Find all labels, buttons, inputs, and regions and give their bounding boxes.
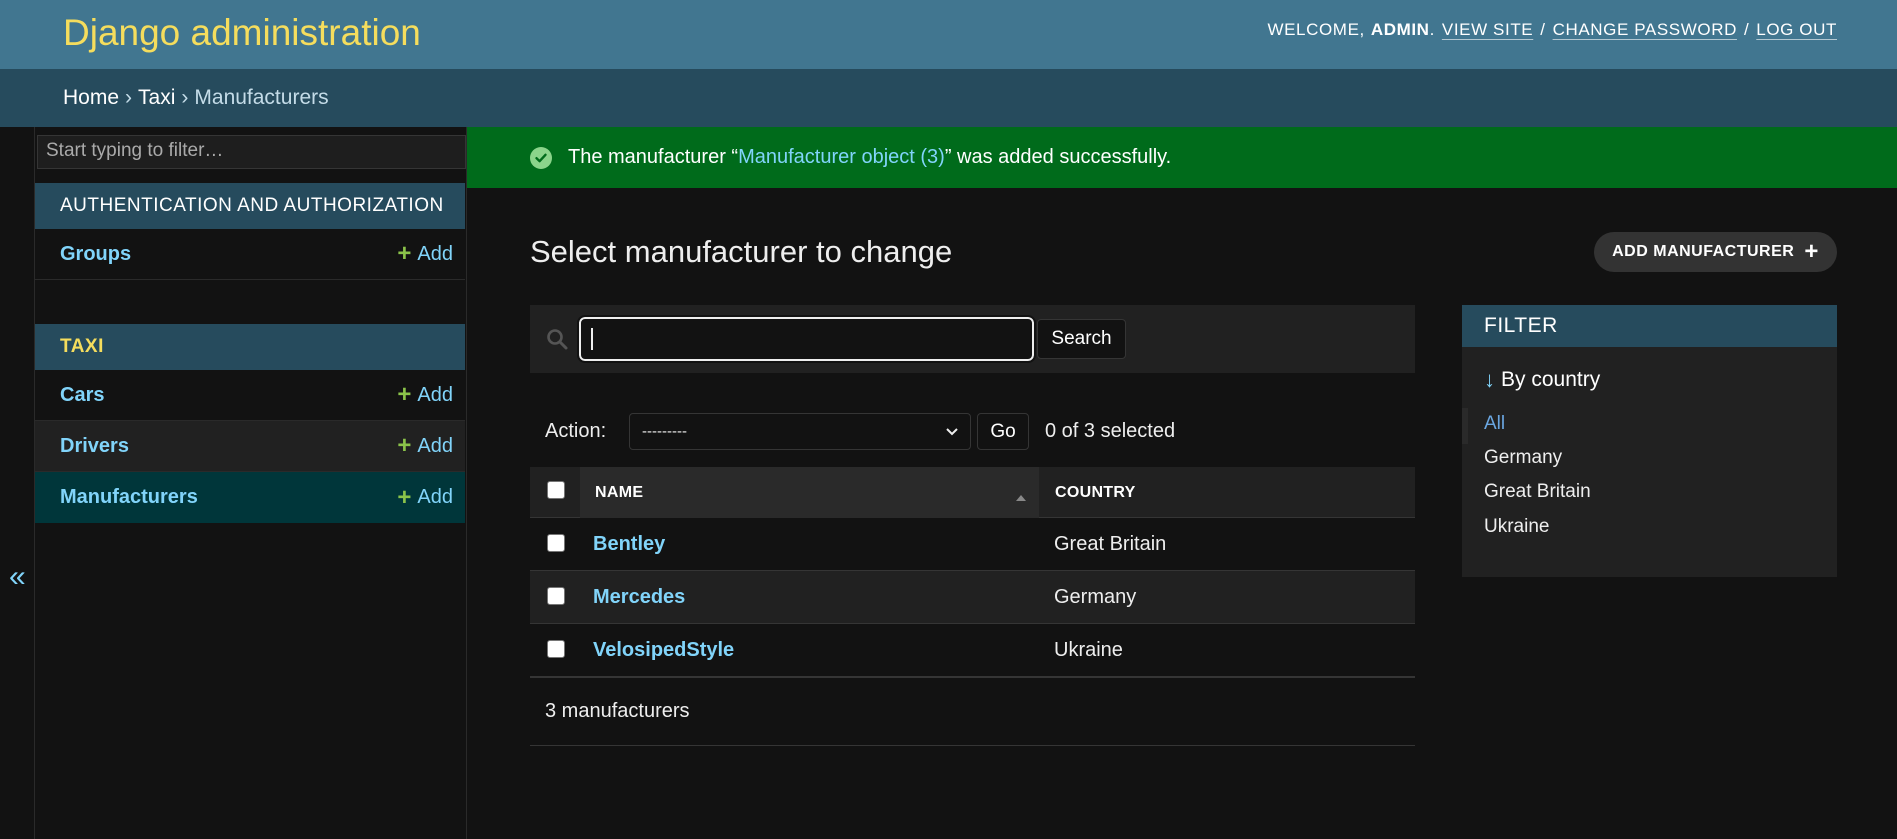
filter-option-great-britain[interactable]: Great Britain	[1484, 481, 1591, 503]
module-caption-auth[interactable]: AUTHENTICATION AND AUTHORIZATION	[35, 183, 465, 229]
action-label: Action:	[545, 419, 607, 442]
selected-filter-indicator	[1462, 408, 1468, 444]
add-label: Add	[417, 242, 453, 265]
plus-icon: +	[397, 240, 412, 267]
row-country: Germany	[1054, 586, 1137, 608]
arrow-down-icon: ↓	[1484, 367, 1495, 392]
add-label: Add	[417, 486, 453, 508]
view-site-link[interactable]: VIEW SITE	[1442, 20, 1533, 40]
nav-filter-input[interactable]: Start typing to filter…	[37, 135, 466, 169]
module-caption-taxi[interactable]: TAXI	[35, 324, 465, 370]
action-select-value: ---------	[642, 423, 687, 440]
go-button[interactable]: Go	[977, 413, 1029, 450]
text-caret	[591, 328, 593, 350]
table-row: Bentley Great Britain	[530, 518, 1415, 571]
search-input[interactable]	[577, 315, 1036, 363]
sidebar-item-groups: Groups + Add	[35, 229, 465, 280]
paginator: 3 manufacturers	[530, 676, 1415, 746]
breadcrumb-separator: ›	[181, 86, 189, 109]
toggle-nav-sidebar[interactable]: «	[0, 127, 35, 839]
table-header: NAME COUNTRY	[530, 467, 1415, 518]
row-name-link[interactable]: VelosipedStyle	[593, 639, 734, 662]
message-object-link[interactable]: Manufacturer object (3)	[738, 146, 945, 169]
search-button[interactable]: Search	[1037, 319, 1126, 359]
add-manufacturers-link[interactable]: + Add	[397, 483, 453, 511]
filter-option-germany[interactable]: Germany	[1484, 447, 1562, 469]
check-circle-icon	[530, 146, 552, 169]
table-row: Mercedes Germany	[530, 571, 1415, 624]
action-select[interactable]: ---------	[629, 413, 971, 450]
sidebar-item-label[interactable]: Drivers	[60, 435, 129, 458]
add-button-label: ADD MANUFACTURER	[1612, 243, 1795, 260]
username: ADMIN	[1370, 20, 1430, 39]
add-groups-link[interactable]: + Add	[397, 242, 453, 266]
sidebar-item-drivers: Drivers + Add	[35, 421, 465, 472]
table-row: VelosipedStyle Ukraine	[530, 624, 1415, 677]
row-country: Ukraine	[1054, 639, 1123, 661]
row-checkbox[interactable]	[547, 640, 565, 658]
add-drivers-link[interactable]: + Add	[397, 434, 453, 458]
add-label: Add	[417, 383, 453, 406]
changelist-filter: FILTER ↓ By country All Germany Great Br…	[1462, 305, 1837, 577]
nav-sidebar: Start typing to filter… AUTHENTICATION A…	[35, 127, 467, 839]
site-header: Django administration WELCOME, ADMIN . V…	[0, 0, 1897, 69]
message-prefix: The manufacturer “	[568, 146, 739, 168]
plus-icon: +	[397, 483, 412, 511]
sort-ascending-icon[interactable]	[1015, 489, 1027, 507]
row-checkbox[interactable]	[547, 587, 565, 605]
sidebar-item-label[interactable]: Cars	[60, 384, 104, 407]
message-suffix: ” was added successfully.	[944, 146, 1172, 168]
site-branding[interactable]: Django administration	[63, 12, 421, 54]
search-toolbar: Search	[530, 305, 1415, 373]
module-caption-label: TAXI	[60, 336, 104, 357]
collapse-sidebar-icon[interactable]: «	[9, 560, 26, 594]
search-icon	[545, 327, 569, 357]
plus-icon: +	[397, 381, 412, 408]
actions-bar: Action: --------- Go 0 of 3 selected	[530, 409, 1415, 453]
filter-option-ukraine[interactable]: Ukraine	[1484, 516, 1549, 538]
success-message: The manufacturer “Manufacturer object (3…	[467, 127, 1897, 188]
sidebar-item-label[interactable]: Manufacturers	[60, 486, 198, 509]
row-name-link[interactable]: Mercedes	[593, 586, 685, 609]
sidebar-item-cars: Cars + Add	[35, 370, 465, 421]
chevron-down-icon	[944, 423, 960, 443]
row-country: Great Britain	[1054, 533, 1167, 555]
user-tools: WELCOME, ADMIN . VIEW SITE / CHANGE PASS…	[1267, 20, 1837, 40]
plus-icon: +	[397, 432, 412, 459]
log-out-link[interactable]: LOG OUT	[1756, 20, 1837, 40]
filter-header: FILTER	[1462, 305, 1837, 347]
action-counter: 0 of 3 selected	[1045, 419, 1176, 442]
breadcrumb-current: Manufacturers	[194, 86, 329, 109]
breadcrumb-taxi[interactable]: Taxi	[138, 86, 175, 110]
sidebar-item-manufacturers: Manufacturers + Add	[35, 472, 465, 523]
filter-option-all[interactable]: All	[1484, 413, 1505, 435]
add-cars-link[interactable]: + Add	[397, 383, 453, 407]
select-all-checkbox[interactable]	[547, 481, 565, 499]
page-title: Select manufacturer to change	[530, 234, 953, 269]
result-list-table: NAME COUNTRY Bentley Great Britain Merce…	[530, 467, 1415, 677]
change-password-link[interactable]: CHANGE PASSWORD	[1553, 20, 1737, 40]
plus-icon: +	[1804, 238, 1819, 265]
filter-by-country-toggle[interactable]: ↓ By country	[1484, 367, 1600, 393]
breadcrumb: Home › Taxi › Manufacturers	[0, 69, 1897, 127]
welcome-text: WELCOME,	[1267, 20, 1365, 39]
filter-title-label: By country	[1501, 368, 1601, 391]
row-name-link[interactable]: Bentley	[593, 533, 665, 556]
column-header-name[interactable]: NAME	[580, 467, 1039, 518]
column-header-label: NAME	[595, 483, 644, 501]
sidebar-item-label[interactable]: Groups	[60, 243, 131, 266]
breadcrumb-home[interactable]: Home	[63, 86, 119, 110]
breadcrumb-separator: ›	[125, 86, 133, 109]
add-label: Add	[417, 434, 453, 457]
column-header-country: COUNTRY	[1055, 483, 1136, 501]
add-manufacturer-button[interactable]: ADD MANUFACTURER +	[1594, 232, 1837, 272]
row-checkbox[interactable]	[547, 534, 565, 552]
